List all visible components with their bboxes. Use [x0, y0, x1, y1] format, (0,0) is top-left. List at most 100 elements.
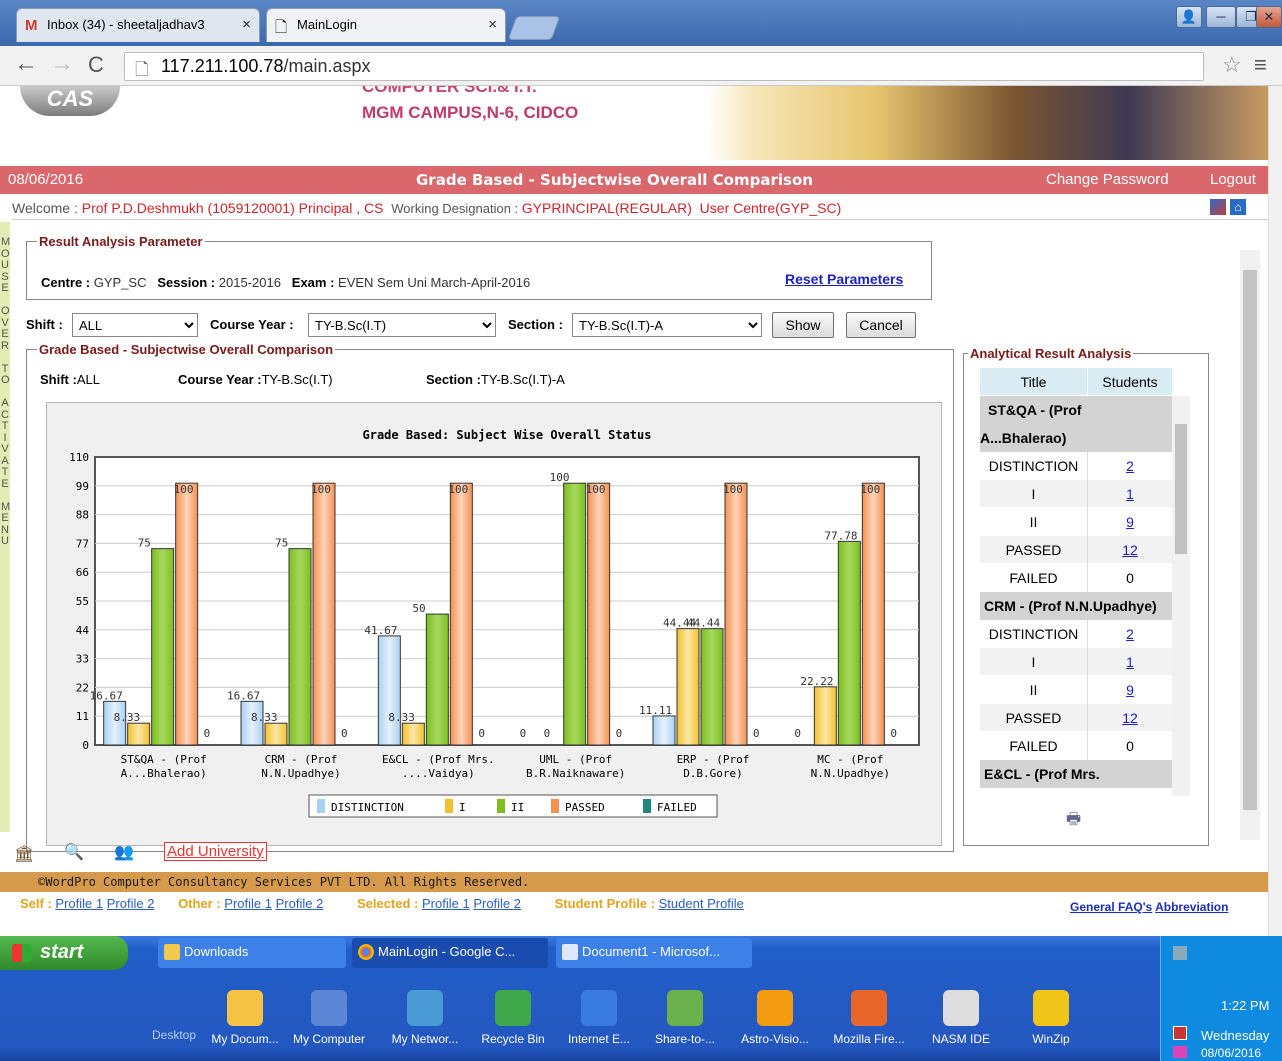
bar-value-label: 0 — [616, 727, 623, 740]
task-downloads[interactable]: Downloads — [158, 938, 346, 968]
bar-passed[interactable] — [449, 482, 473, 746]
minimize-button[interactable]: ─ — [1206, 6, 1236, 28]
x-category-label: E&CL - (Prof Mrs. — [382, 753, 495, 766]
desktop-label[interactable]: Desktop — [152, 988, 196, 1042]
student-count-link[interactable]: 2 — [1126, 458, 1134, 474]
student-count-link[interactable]: 9 — [1126, 514, 1134, 530]
page-icon: 🗋 — [135, 60, 149, 79]
bar-passed[interactable] — [175, 482, 199, 746]
result-analysis-parameter: Result Analysis Parameter Centre : GYP_S… — [26, 234, 932, 300]
desktop-icon[interactable]: Recycle Bin — [470, 990, 556, 1046]
clock-time[interactable]: 1:22 PM — [1221, 998, 1269, 1013]
search-icon[interactable]: 🔍 — [64, 842, 84, 862]
bar-i[interactable] — [401, 722, 425, 746]
add-university-link[interactable]: Add University — [164, 842, 267, 861]
task-chrome[interactable]: MainLogin - Google C... — [352, 938, 548, 968]
close-window-button[interactable]: ✕ — [1256, 6, 1282, 28]
menu-icon[interactable]: ≡ — [1254, 52, 1267, 78]
bar-value-label: 100 — [174, 483, 194, 496]
desktop-icon[interactable]: Internet E... — [556, 990, 642, 1046]
close-icon[interactable]: × — [242, 16, 251, 33]
student-count-link[interactable]: 1 — [1126, 486, 1134, 502]
forward-icon[interactable]: → — [50, 50, 74, 78]
desktop-icon[interactable]: Share-to-... — [642, 990, 728, 1046]
bar-ii[interactable] — [425, 613, 449, 746]
star-icon[interactable]: ☆ — [1222, 52, 1242, 78]
bar-i[interactable] — [264, 722, 288, 746]
y-tick-label: 44 — [76, 624, 90, 637]
university-icon[interactable]: 🏛 — [14, 844, 34, 864]
tab-inbox[interactable]: M Inbox (34) - sheetaljadhav3 × — [16, 8, 260, 42]
logout-link[interactable]: Logout — [1210, 166, 1256, 194]
desktop-icon[interactable]: My Computer — [286, 990, 372, 1046]
bar-ii[interactable] — [837, 540, 861, 746]
bar-i[interactable] — [813, 686, 837, 746]
selected-profile-2[interactable]: Profile 2 — [473, 896, 521, 911]
home-icon[interactable]: ⌂ — [1230, 199, 1246, 215]
sitemap-icon[interactable] — [1210, 199, 1226, 215]
bar-passed[interactable] — [312, 482, 336, 746]
page-scrollbar[interactable] — [1268, 86, 1282, 936]
bar-distinction[interactable] — [652, 715, 676, 746]
side-menu-strip[interactable]: MOUSEOVERTOACTIVATEMENU — [0, 222, 10, 832]
address-bar[interactable]: 🗋 117.211.100.78/main.aspx — [124, 52, 1204, 81]
desktop-icon[interactable]: NASM IDE — [918, 990, 1004, 1046]
analysis-row: I1 — [980, 648, 1172, 676]
change-password-link[interactable]: Change Password — [1046, 166, 1169, 194]
desktop-icon[interactable]: Mozilla Fire... — [826, 990, 912, 1046]
section-select[interactable]: TY-B.Sc(I.T)-A — [572, 313, 762, 337]
task-word[interactable]: Document1 - Microsof... — [556, 938, 752, 968]
tab-mainlogin[interactable]: 🗋 MainLogin × — [266, 8, 506, 42]
bar-i[interactable] — [676, 628, 700, 746]
bar-passed[interactable] — [724, 482, 748, 746]
bar-passed[interactable] — [861, 482, 885, 746]
desktop-icon[interactable]: Astro-Visio... — [732, 990, 818, 1046]
comparison-filters: Shift :ALL — [40, 372, 100, 387]
analysis-scrollbar[interactable] — [1172, 396, 1190, 796]
other-profile-2[interactable]: Profile 2 — [276, 896, 324, 911]
bar-ii[interactable] — [151, 548, 175, 746]
course-year-select[interactable]: TY-B.Sc(I.T) — [308, 313, 496, 337]
cancel-button[interactable]: Cancel — [846, 312, 916, 338]
self-profile-1[interactable]: Profile 1 — [55, 896, 103, 911]
side-menu-letter: E — [1, 282, 9, 294]
bar-distinction[interactable] — [377, 635, 401, 746]
start-button[interactable]: start — [0, 936, 128, 970]
show-button[interactable]: Show — [772, 312, 834, 338]
inner-scrollbar[interactable] — [1240, 250, 1260, 840]
self-profile-2[interactable]: Profile 2 — [107, 896, 155, 911]
shift-select[interactable]: ALL — [72, 313, 198, 337]
pdf-tray-icon[interactable] — [1173, 1026, 1187, 1040]
other-profile-1[interactable]: Profile 1 — [224, 896, 272, 911]
close-icon[interactable]: × — [488, 16, 497, 33]
bar-ii[interactable] — [563, 482, 587, 746]
student-count-link[interactable]: 1 — [1126, 654, 1134, 670]
reset-parameters-link[interactable]: Reset Parameters — [785, 271, 903, 287]
bar-ii[interactable] — [700, 628, 724, 746]
desktop-icon[interactable]: My Networ... — [382, 990, 468, 1046]
desktop-icon[interactable]: My Docum... — [202, 990, 288, 1046]
network-icon[interactable] — [1173, 946, 1187, 960]
student-count-link[interactable]: 9 — [1126, 682, 1134, 698]
student-count-link[interactable]: 2 — [1126, 626, 1134, 642]
student-profile-link[interactable]: Student Profile — [659, 896, 744, 911]
bar-i[interactable] — [127, 722, 151, 746]
bar-ii[interactable] — [288, 548, 312, 746]
reload-icon[interactable]: C — [88, 52, 104, 78]
selected-profile-1[interactable]: Profile 1 — [422, 896, 470, 911]
student-count-link[interactable]: 12 — [1122, 710, 1138, 726]
abbreviation-link[interactable]: Abbreviation — [1155, 900, 1228, 914]
back-icon[interactable]: ← — [14, 50, 38, 78]
new-tab-button[interactable] — [507, 16, 561, 40]
y-tick-label: 22 — [76, 681, 89, 694]
side-menu-letter: S — [1, 270, 9, 283]
bar-passed[interactable] — [587, 482, 611, 746]
users-icon[interactable]: 👥 — [114, 842, 134, 862]
profile-icon[interactable]: 👤 — [1176, 6, 1202, 28]
general-faq-link[interactable]: General FAQ's — [1070, 900, 1152, 914]
shield-tray-icon[interactable] — [1173, 1046, 1187, 1058]
desktop-icon[interactable]: WinZip — [1008, 990, 1094, 1046]
student-count-link[interactable]: 12 — [1122, 542, 1138, 558]
legend-label: PASSED — [565, 801, 605, 814]
printer-icon[interactable]: 🖶 — [1066, 808, 1081, 835]
